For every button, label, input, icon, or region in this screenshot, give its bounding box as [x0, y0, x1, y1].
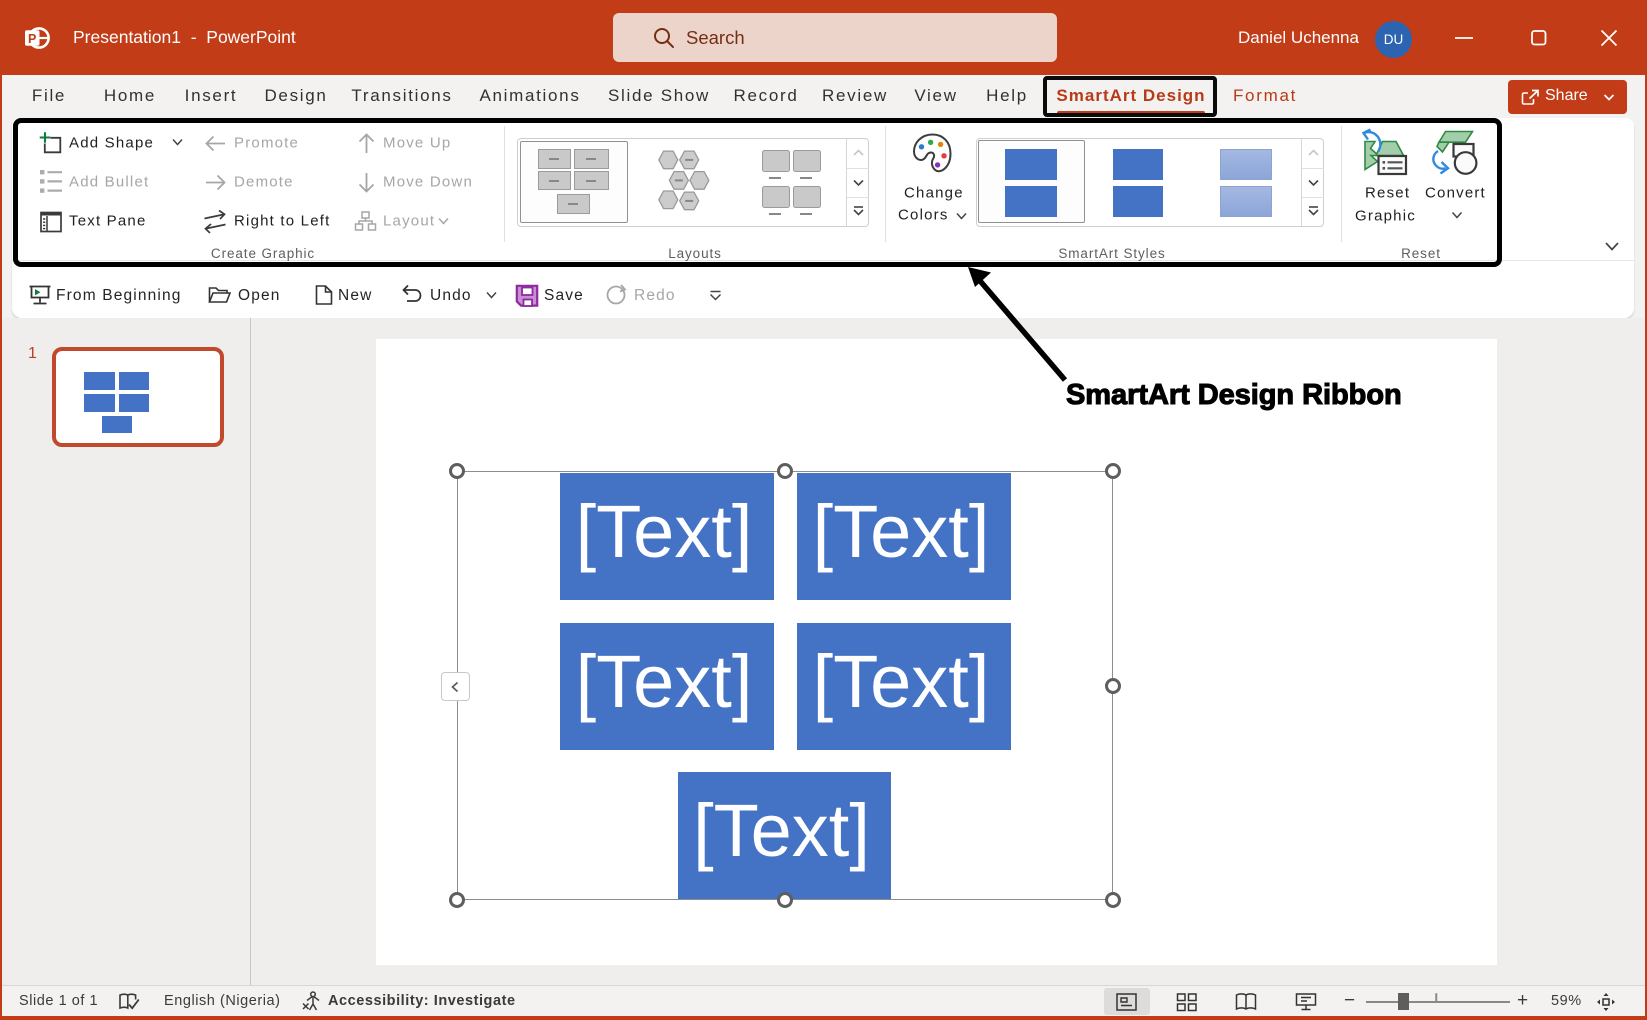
svg-text:P: P [28, 32, 36, 46]
